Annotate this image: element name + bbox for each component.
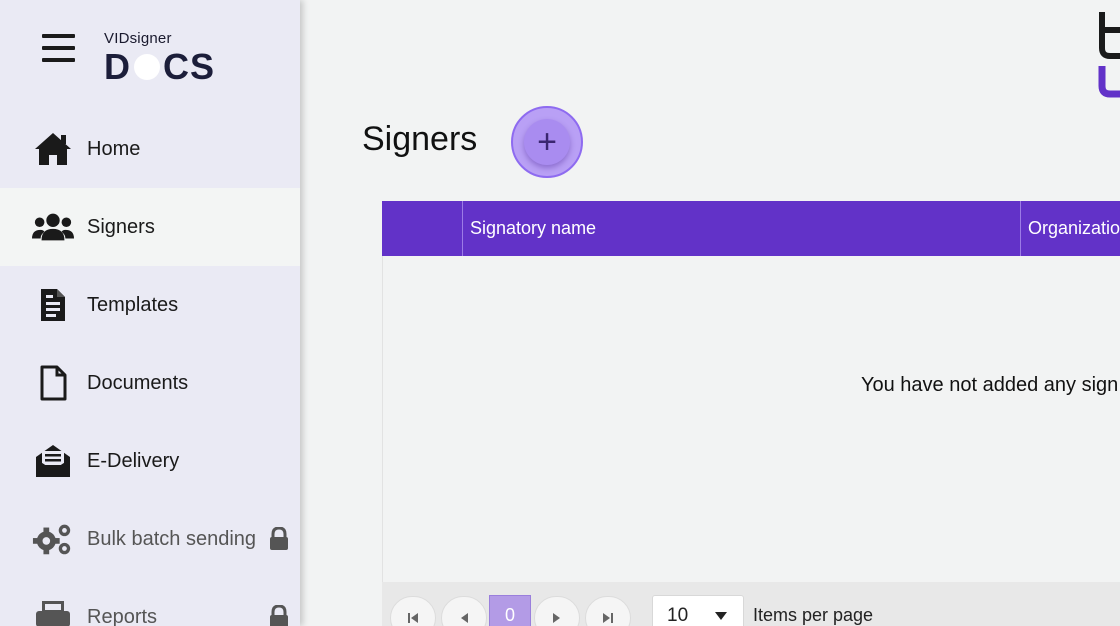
table-body: You have not added any sign <box>382 256 1120 582</box>
sidebar-item-label: Bulk batch sending <box>87 527 257 550</box>
next-page-icon <box>553 613 560 623</box>
sidebar-item-e-delivery[interactable]: E-Delivery <box>0 422 300 500</box>
items-per-page-select[interactable]: 10 <box>652 595 744 626</box>
current-page-button[interactable]: 0 <box>489 595 531 626</box>
menu-icon[interactable] <box>42 34 75 62</box>
sidebar-item-reports[interactable]: Reports <box>0 578 300 626</box>
items-per-page-label: Items per page <box>753 605 874 625</box>
first-page-button[interactable] <box>390 596 436 626</box>
sidebar-item-label: Documents <box>87 371 189 394</box>
plus-icon: + <box>524 119 570 165</box>
sidebar-item-label: Reports <box>87 605 158 626</box>
app-logo[interactable]: VIDsigner D CS <box>104 30 215 85</box>
logo-top-text: VIDsigner <box>104 30 172 47</box>
previous-page-button[interactable] <box>441 596 487 626</box>
sidebar-item-label: Signers <box>87 215 155 238</box>
logo-main-text: D CS <box>104 49 215 85</box>
brand-logo-partial <box>1096 8 1120 103</box>
chevron-down-icon <box>715 612 727 620</box>
users-icon <box>32 206 74 248</box>
first-page-icon <box>408 613 418 623</box>
logo-circle <box>134 54 160 80</box>
previous-page-icon <box>461 613 468 623</box>
sidebar-item-label: Home <box>87 137 141 160</box>
table-header: Signatory name Organizatio <box>382 201 1120 256</box>
file-icon <box>32 362 74 404</box>
gears-icon <box>32 518 74 560</box>
lock-icon <box>268 604 290 626</box>
sidebar-item-bulk-batch-sending[interactable]: Bulk batch sending <box>0 500 300 578</box>
printer-icon <box>32 596 74 626</box>
logo-letters-cs: CS <box>163 46 216 87</box>
sidebar-nav: Home Signers Templates Documents E-Deliv… <box>0 110 300 626</box>
sidebar: VIDsigner D CS Home Signers Templates Do… <box>0 0 300 626</box>
sidebar-item-home[interactable]: Home <box>0 110 300 188</box>
empty-state-message: You have not added any sign <box>861 374 1119 396</box>
envelope-open-icon <box>32 440 74 482</box>
column-header-organization[interactable]: Organizatio <box>1020 201 1120 256</box>
last-page-button[interactable] <box>585 596 631 626</box>
items-per-page-value: 10 <box>667 605 689 626</box>
sidebar-item-templates[interactable]: Templates <box>0 266 300 344</box>
add-signer-button[interactable]: + <box>511 106 583 178</box>
sidebar-item-signers[interactable]: Signers <box>0 188 300 266</box>
sidebar-item-label: E-Delivery <box>87 449 180 472</box>
column-header-signatory-name[interactable]: Signatory name <box>462 201 1020 256</box>
lock-icon <box>268 526 290 551</box>
document-text-icon <box>32 284 74 326</box>
sidebar-item-label: Templates <box>87 293 179 316</box>
home-icon <box>32 128 74 170</box>
sidebar-item-documents[interactable]: Documents <box>0 344 300 422</box>
last-page-icon <box>603 613 613 623</box>
logo-letter-d: D <box>104 46 131 87</box>
pagination-bar: 0 10 Items per page <box>382 582 1120 626</box>
page-title: Signers <box>362 120 478 158</box>
next-page-button[interactable] <box>534 596 580 626</box>
